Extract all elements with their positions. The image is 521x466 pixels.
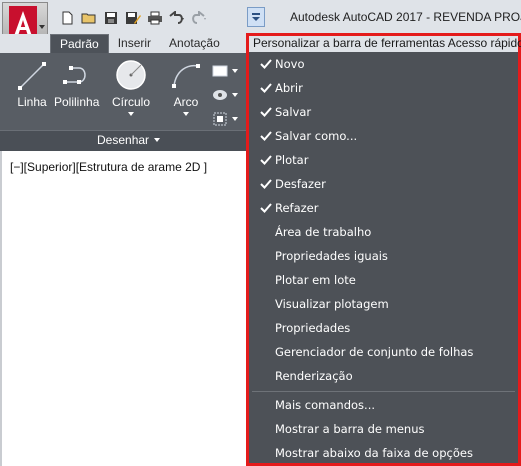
boundary-tool-button[interactable]: [212, 108, 240, 130]
menu-item-label: Desfazer: [275, 177, 326, 191]
menu-item[interactable]: Gerenciador de conjunto de folhas: [249, 341, 518, 365]
menu-item-label: Plotar em lote: [275, 273, 356, 287]
redo-icon[interactable]: [188, 7, 210, 29]
boundary-icon: [213, 112, 227, 126]
hatch-icon: [213, 90, 227, 100]
menu-item-label: Plotar: [275, 153, 309, 167]
menu-header: Personalizar a barra de ferramentas Aces…: [249, 36, 521, 52]
chevron-down-icon: [232, 69, 238, 73]
line-tool-label: Linha: [17, 95, 47, 109]
menu-item-label: Renderização: [275, 369, 353, 383]
open-icon[interactable]: [78, 7, 100, 29]
arc-icon: [172, 64, 200, 88]
chevron-down-icon: [128, 112, 134, 116]
menu-item[interactable]: Plotar em lote: [249, 269, 518, 293]
plot-icon[interactable]: [144, 7, 166, 29]
menu-item-label: Visualizar plotagem: [275, 297, 389, 311]
menu-item-label: Salvar como...: [275, 129, 358, 143]
tab-anotacao[interactable]: Anotação: [160, 34, 229, 53]
menu-item[interactable]: Propriedades: [249, 317, 518, 341]
menu-item-label: Mais comandos...: [275, 398, 376, 412]
menu-item-label: Propriedades: [275, 321, 351, 335]
undo-icon[interactable]: [166, 7, 188, 29]
menu-item-label: Abrir: [275, 81, 303, 95]
menu-item-label: Área de trabalho: [275, 225, 372, 239]
arc-tool-button[interactable]: Arco: [170, 60, 202, 116]
customize-quick-access-dropdown[interactable]: [247, 7, 265, 27]
menu-item[interactable]: Renderização: [249, 365, 518, 389]
circle-tool-label: Círculo: [112, 95, 151, 109]
checkmark-icon: [259, 57, 273, 71]
menu-item-label: Refazer: [275, 201, 319, 215]
menu-item[interactable]: Desfazer: [249, 173, 518, 197]
checkmark-icon: [259, 105, 273, 119]
chevron-down-icon: [232, 117, 238, 121]
menu-item-label: Mostrar abaixo da faixa de opções: [275, 446, 473, 460]
menu-item[interactable]: Plotar: [249, 149, 518, 173]
menu-item[interactable]: Visualizar plotagem: [249, 293, 518, 317]
menu-item-label: Novo: [275, 57, 305, 71]
menu-item[interactable]: Abrir: [249, 77, 518, 101]
save-icon[interactable]: [100, 7, 122, 29]
menu-item-label: Gerenciador de conjunto de folhas: [275, 345, 474, 359]
line-tool-button[interactable]: Linha: [16, 60, 48, 109]
chevron-down-icon: [39, 25, 45, 29]
menu-item[interactable]: Salvar: [249, 101, 518, 125]
polyline-tool-label: Polilinha: [54, 95, 100, 109]
polyline-tool-button[interactable]: Polilinha: [54, 60, 99, 109]
checkmark-icon: [259, 153, 273, 167]
menu-item[interactable]: Propriedades iguais: [249, 245, 518, 269]
menu-item-label: Salvar: [275, 105, 312, 119]
circle-tool-button[interactable]: Círculo: [112, 58, 150, 116]
save-as-icon[interactable]: [122, 7, 144, 29]
tab-inserir[interactable]: Inserir: [109, 34, 160, 53]
draw-panel-label: Desenhar: [97, 133, 150, 147]
checkmark-icon: [259, 201, 273, 215]
menu-item[interactable]: Salvar como...: [249, 125, 518, 149]
chevron-down-icon: [232, 93, 238, 97]
tab-padrao[interactable]: Padrão: [50, 34, 109, 53]
chevron-down-icon: [154, 138, 161, 142]
menu-item[interactable]: Mostrar abaixo da faixa de opções: [249, 442, 518, 466]
customize-dropdown-icon: [252, 13, 260, 21]
draw-panel-title[interactable]: Desenhar: [97, 133, 161, 147]
rectangle-tool-button[interactable]: [212, 60, 240, 82]
new-icon[interactable]: [56, 7, 78, 29]
window-title: Autodesk AutoCAD 2017 - REVENDA PROJE: [290, 10, 521, 24]
checkmark-icon: [259, 129, 273, 143]
checkmark-icon: [259, 81, 273, 95]
quick-access-toolbar: [56, 7, 210, 29]
circle-icon: [116, 60, 146, 90]
polyline-icon: [62, 66, 86, 84]
menu-item[interactable]: Refazer: [249, 197, 518, 221]
menu-separator: [252, 391, 515, 392]
customize-quick-access-menu: Personalizar a barra de ferramentas Aces…: [246, 33, 521, 466]
menu-item[interactable]: Novo: [249, 53, 518, 77]
checkmark-icon: [259, 177, 273, 191]
ribbon-tabs: Padrão Inserir Anotação: [50, 34, 229, 53]
chevron-down-icon: [183, 112, 189, 116]
arc-tool-label: Arco: [173, 95, 199, 109]
menu-item[interactable]: Mostrar a barra de menus: [249, 418, 518, 442]
menu-header-label: Personalizar a barra de ferramentas Aces…: [253, 36, 521, 50]
menu-item-label: Mostrar a barra de menus: [275, 422, 425, 436]
menu-item[interactable]: Área de trabalho: [249, 221, 518, 245]
rectangle-icon: [212, 65, 228, 77]
hatch-tool-button[interactable]: [212, 84, 240, 106]
viewport-controls[interactable]: [−][Superior][Estrutura de arame 2D ]: [10, 160, 207, 174]
line-icon: [18, 62, 46, 90]
menu-item-label: Propriedades iguais: [275, 249, 388, 263]
drawing-area-edge: [0, 151, 2, 466]
menu-item[interactable]: Mais comandos...: [249, 394, 518, 418]
